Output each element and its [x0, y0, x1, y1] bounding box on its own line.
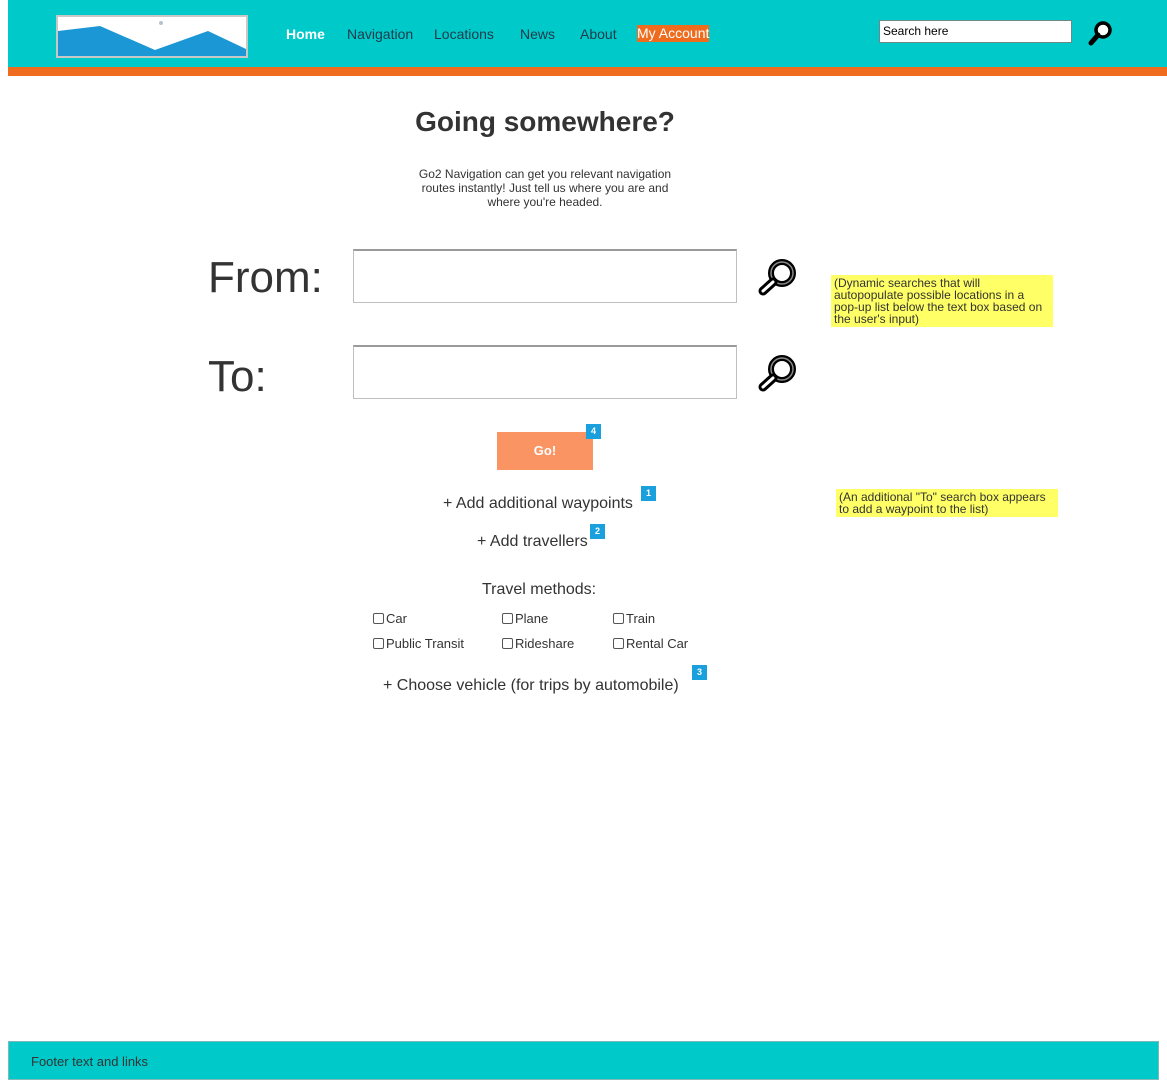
annotation-badge: 3	[692, 665, 707, 680]
nav-locations[interactable]: Locations	[434, 27, 494, 41]
checkbox[interactable]	[502, 613, 513, 624]
to-label: To:	[208, 352, 267, 401]
method-public-transit[interactable]: Public Transit	[373, 636, 464, 651]
travel-methods-title: Travel methods:	[482, 581, 597, 598]
header-search-input[interactable]: Search here	[879, 20, 1072, 43]
image-placeholder-icon	[58, 21, 246, 56]
nav-news[interactable]: News	[520, 27, 555, 41]
to-input[interactable]	[353, 345, 737, 399]
method-car[interactable]: Car	[373, 611, 407, 626]
annotation-badge: 2	[590, 524, 605, 539]
from-label: From:	[208, 253, 323, 302]
magnifier-icon[interactable]	[756, 257, 800, 297]
magnifier-icon[interactable]	[1088, 20, 1114, 46]
nav-about[interactable]: About	[580, 27, 617, 41]
checkbox[interactable]	[502, 638, 513, 649]
choose-vehicle-link[interactable]: + Choose vehicle (for trips by automobil…	[383, 677, 679, 695]
method-rental-car[interactable]: Rental Car	[613, 636, 688, 651]
footer: Footer text and links	[8, 1041, 1159, 1080]
footer-text[interactable]: Footer text and links	[31, 1054, 148, 1069]
header-accent-bar	[8, 67, 1167, 76]
nav-home[interactable]: Home	[286, 27, 325, 41]
logo-image[interactable]	[56, 15, 248, 58]
dynamic-search-note: (Dynamic searches that will autopopulate…	[831, 275, 1053, 327]
intro-text: Go2 Navigation can get you relevant navi…	[418, 167, 672, 209]
waypoint-note: (An additional "To" search box appears t…	[836, 489, 1058, 517]
from-input[interactable]	[353, 249, 737, 303]
magnifier-icon[interactable]	[756, 353, 800, 393]
nav-my-account[interactable]: My Account	[637, 25, 710, 42]
method-train[interactable]: Train	[613, 611, 655, 626]
checkbox[interactable]	[373, 638, 384, 649]
nav-navigation[interactable]: Navigation	[347, 27, 413, 41]
checkbox[interactable]	[613, 613, 624, 624]
method-plane[interactable]: Plane	[502, 611, 548, 626]
add-travellers-link[interactable]: + Add travellers	[477, 533, 588, 551]
go-button[interactable]: Go!	[497, 432, 593, 470]
method-rideshare[interactable]: Rideshare	[502, 636, 574, 651]
page-title: Going somewhere?	[415, 106, 675, 137]
checkbox[interactable]	[613, 638, 624, 649]
add-waypoints-link[interactable]: + Add additional waypoints	[443, 495, 633, 513]
annotation-badge: 1	[641, 486, 656, 501]
checkbox[interactable]	[373, 613, 384, 624]
annotation-badge: 4	[586, 424, 601, 439]
